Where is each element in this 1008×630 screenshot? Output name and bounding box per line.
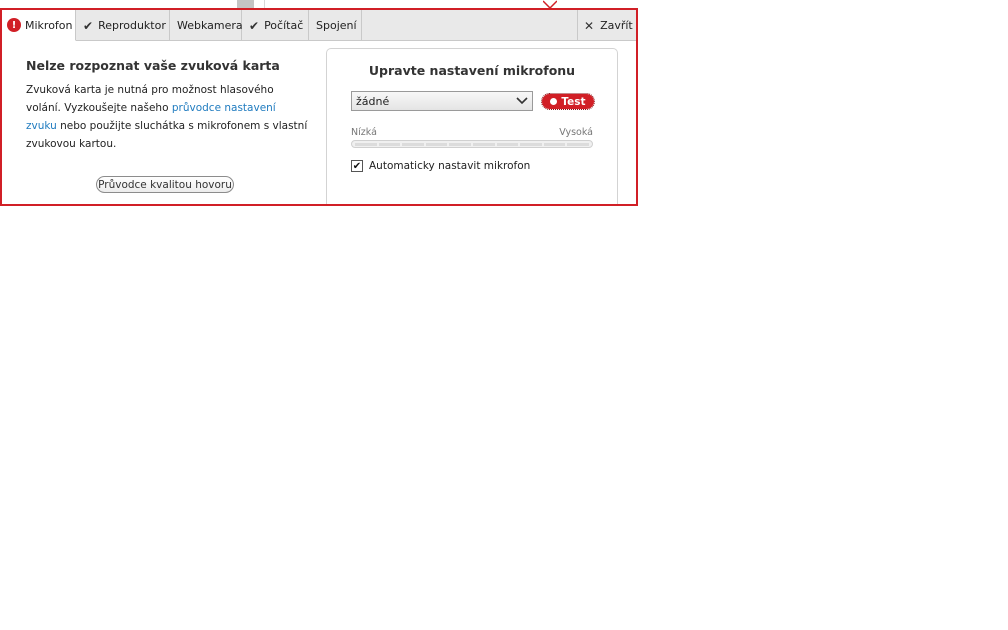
close-icon: ✕ — [584, 18, 595, 33]
tab-reproduktor[interactable]: ✔ Reproduktor — [76, 10, 170, 41]
error-message-section: Nelze rozpoznat vaše zvuková karta Zvuko… — [26, 58, 308, 153]
error-heading: Nelze rozpoznat vaše zvuková karta — [26, 58, 280, 73]
level-low-label: Nízká — [351, 127, 377, 138]
tab-pocitac[interactable]: ✔ Počítač — [242, 10, 309, 41]
check-icon: ✔ — [249, 18, 260, 33]
call-quality-panel: ! Mikrofon ✔ Reproduktor Webkamera ✔ Poč… — [0, 8, 638, 206]
tab-label: Počítač — [264, 19, 304, 32]
test-button[interactable]: Test — [541, 93, 595, 110]
auto-mic-checkbox[interactable]: ✔ — [351, 160, 363, 172]
tab-webkamera[interactable]: Webkamera — [170, 10, 243, 41]
description-text: nebo použijte sluchátka s mikrofonem s v… — [26, 120, 308, 150]
mic-level-meter — [351, 140, 593, 148]
meter-segment — [402, 142, 424, 146]
selected-device: žádné — [356, 94, 390, 108]
tab-label: Spojení — [316, 19, 357, 32]
tab-bar: ! Mikrofon ✔ Reproduktor Webkamera ✔ Poč… — [2, 10, 636, 41]
close-label: Zavřít — [600, 19, 633, 32]
meter-segment — [543, 142, 566, 146]
mic-settings-box: Upravte nastavení mikrofonu žádné Test N… — [326, 48, 618, 204]
test-label: Test — [561, 95, 586, 108]
error-description: Zvuková karta je nutná pro možnost hlaso… — [26, 81, 308, 153]
tab-label: Reproduktor — [98, 19, 166, 32]
meter-segment — [496, 142, 519, 146]
alert-icon: ! — [7, 18, 21, 32]
meter-segment — [472, 142, 495, 146]
auto-mic-option: ✔ Automaticky nastavit mikrofon — [351, 160, 530, 172]
mic-settings-title: Upravte nastavení mikrofonu — [368, 63, 576, 78]
check-icon: ✔ — [83, 18, 94, 33]
auto-mic-label[interactable]: Automaticky nastavit mikrofon — [369, 160, 530, 172]
level-high-label: Vysoká — [559, 127, 593, 138]
tab-spojeni[interactable]: Spojení — [309, 10, 362, 41]
meter-segment — [449, 142, 471, 146]
call-quality-guide-button[interactable]: Průvodce kvalitou hovoru — [96, 176, 234, 193]
meter-segment — [378, 142, 401, 146]
microphone-select[interactable]: žádné — [351, 91, 533, 111]
meter-segment — [355, 142, 377, 146]
tab-label: Webkamera — [177, 19, 243, 32]
tab-label: Mikrofon — [25, 18, 73, 32]
meter-segment — [567, 142, 589, 146]
meter-segment — [520, 142, 542, 146]
record-dot-icon — [550, 98, 558, 105]
tab-mikrofon[interactable]: ! Mikrofon — [2, 10, 76, 41]
close-button[interactable]: ✕ Zavřít — [577, 10, 636, 41]
meter-segment — [425, 142, 448, 146]
chevron-down-icon — [516, 97, 528, 105]
